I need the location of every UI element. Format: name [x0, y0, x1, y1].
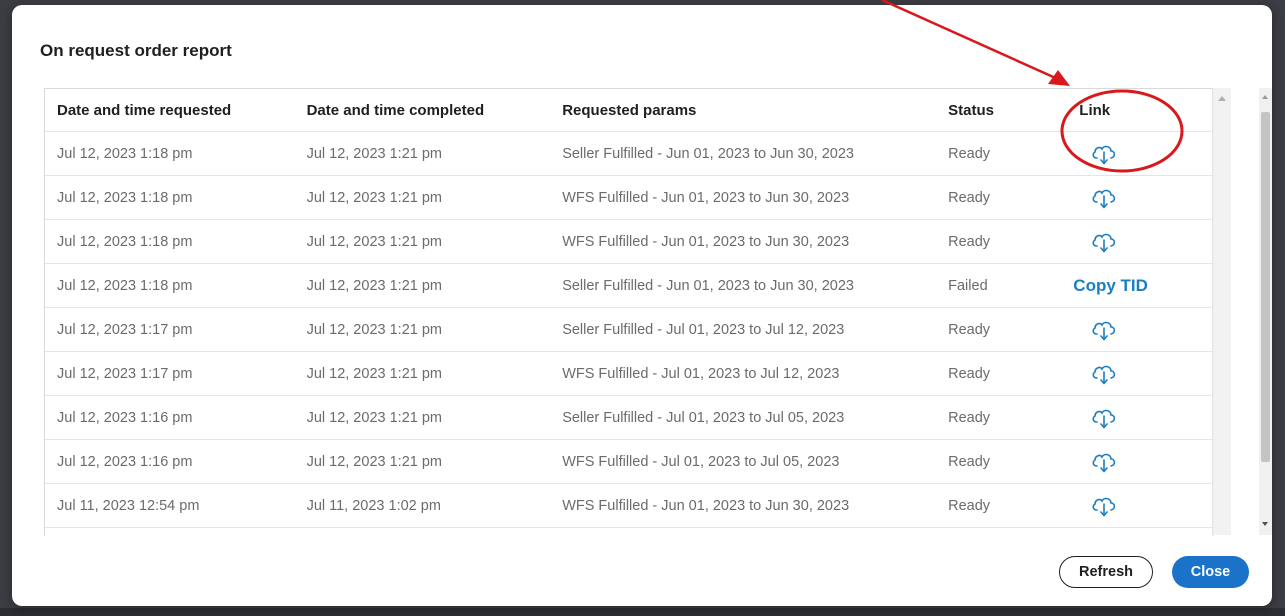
cell-date-requested: Jul 12, 2023 1:17 pm [45, 351, 295, 396]
download-cloud-icon[interactable] [1091, 363, 1117, 385]
cell-link [1049, 219, 1213, 264]
table-row: Jul 12, 2023 1:16 pm Jul 12, 2023 1:21 pm… [45, 439, 1213, 484]
cell-link [1049, 483, 1213, 528]
download-cloud-icon[interactable] [1091, 143, 1117, 165]
table-row: Jul 12, 2023 1:18 pm Jul 12, 2023 1:21 pm… [45, 131, 1213, 176]
cell-status: Ready [936, 131, 1050, 176]
cell-date-completed: Jul 12, 2023 1:21 pm [294, 439, 551, 484]
cell-requested-params: WFS Fulfilled - Jul 01, 2023 to Jul 12, … [550, 351, 937, 396]
cell-date-completed: Jul 12, 2023 1:21 pm [294, 395, 551, 440]
cell-date-requested: Jul 12, 2023 1:17 pm [45, 307, 295, 352]
table-row: Jul 12, 2023 1:18 pm Jul 12, 2023 1:21 pm… [45, 175, 1213, 220]
scroll-up-arrow-icon[interactable] [1262, 95, 1268, 99]
cell-date-requested: Jul 12, 2023 1:16 pm [45, 439, 295, 484]
cell-date-completed: Jul 12, 2023 1:21 pm [294, 351, 551, 396]
table-row-partial [45, 527, 1213, 536]
cell-date-requested: Jul 11, 2023 12:54 pm [45, 483, 295, 528]
cell-date-completed: Jul 12, 2023 1:21 pm [294, 263, 551, 308]
refresh-button[interactable]: Refresh [1059, 556, 1153, 588]
cell-status: Ready [936, 439, 1050, 484]
cell-status: Ready [936, 307, 1050, 352]
scroll-up-arrow-icon[interactable] [1218, 96, 1226, 101]
cell-date-completed: Jul 12, 2023 1:21 pm [294, 131, 551, 176]
cell-requested-params: Seller Fulfilled - Jun 01, 2023 to Jun 3… [550, 131, 937, 176]
cell-status: Ready [936, 175, 1050, 220]
table-row: Jul 12, 2023 1:18 pm Jul 12, 2023 1:21 pm… [45, 263, 1213, 308]
download-cloud-icon[interactable] [1091, 495, 1117, 517]
cell-status: Ready [936, 219, 1050, 264]
cell-link [1049, 175, 1213, 220]
cell-link: Copy TID [1049, 263, 1213, 308]
report-table-container: Date and time requested Date and time co… [44, 88, 1214, 536]
cell-date-completed: Jul 12, 2023 1:21 pm [294, 219, 551, 264]
table-body: Jul 12, 2023 1:18 pm Jul 12, 2023 1:21 pm… [45, 131, 1213, 536]
cell-link [1049, 351, 1213, 396]
cell-date-completed: Jul 11, 2023 1:02 pm [294, 483, 551, 528]
cell-requested-params: WFS Fulfilled - Jun 01, 2023 to Jun 30, … [550, 483, 937, 528]
download-cloud-icon[interactable] [1091, 407, 1117, 429]
table-row: Jul 12, 2023 1:17 pm Jul 12, 2023 1:21 pm… [45, 307, 1213, 352]
cell-link [1049, 439, 1213, 484]
cell-date-completed: Jul 12, 2023 1:21 pm [294, 175, 551, 220]
cell-link [1049, 395, 1213, 440]
table-row: Jul 11, 2023 12:54 pm Jul 11, 2023 1:02 p… [45, 483, 1213, 528]
scroll-down-arrow-icon[interactable] [1262, 522, 1268, 526]
download-cloud-icon[interactable] [1091, 319, 1117, 341]
header-status: Status [936, 89, 1050, 132]
page-backdrop [0, 608, 1285, 616]
header-requested-params: Requested params [550, 89, 937, 132]
cell-date-requested: Jul 12, 2023 1:18 pm [45, 175, 295, 220]
cell-status: Ready [936, 483, 1050, 528]
table-header-row: Date and time requested Date and time co… [45, 89, 1213, 132]
cell-requested-params: WFS Fulfilled - Jul 01, 2023 to Jul 05, … [550, 439, 937, 484]
header-date-requested: Date and time requested [45, 89, 295, 132]
report-table: Date and time requested Date and time co… [45, 89, 1213, 536]
cell-requested-params: Seller Fulfilled - Jul 01, 2023 to Jul 1… [550, 307, 937, 352]
cell-date-completed: Jul 12, 2023 1:21 pm [294, 307, 551, 352]
table-row: Jul 12, 2023 1:16 pm Jul 12, 2023 1:21 pm… [45, 395, 1213, 440]
cell-requested-params: Seller Fulfilled - Jun 01, 2023 to Jun 3… [550, 263, 937, 308]
table-row: Jul 12, 2023 1:17 pm Jul 12, 2023 1:21 pm… [45, 351, 1213, 396]
order-report-modal: On request order report Date and time re… [12, 5, 1272, 606]
copy-tid-link[interactable]: Copy TID [1073, 276, 1148, 295]
table-row: Jul 12, 2023 1:18 pm Jul 12, 2023 1:21 pm… [45, 219, 1213, 264]
cell-link [1049, 131, 1213, 176]
close-button[interactable]: Close [1172, 556, 1249, 588]
cell-requested-params: Seller Fulfilled - Jul 01, 2023 to Jul 0… [550, 395, 937, 440]
table-scrollbar[interactable] [1212, 88, 1231, 535]
cell-date-requested: Jul 12, 2023 1:16 pm [45, 395, 295, 440]
cell-requested-params: WFS Fulfilled - Jun 01, 2023 to Jun 30, … [550, 219, 937, 264]
cell-link [1049, 307, 1213, 352]
cell-status: Failed [936, 263, 1050, 308]
download-cloud-icon[interactable] [1091, 187, 1117, 209]
cell-requested-params: WFS Fulfilled - Jun 01, 2023 to Jun 30, … [550, 175, 937, 220]
download-cloud-icon[interactable] [1091, 451, 1117, 473]
cell-date-requested: Jul 12, 2023 1:18 pm [45, 263, 295, 308]
download-cloud-icon[interactable] [1091, 231, 1117, 253]
header-date-completed: Date and time completed [294, 89, 551, 132]
cell-date-requested: Jul 12, 2023 1:18 pm [45, 219, 295, 264]
header-link: Link [1049, 89, 1213, 132]
cell-date-requested: Jul 12, 2023 1:18 pm [45, 131, 295, 176]
cell-status: Ready [936, 351, 1050, 396]
modal-scrollbar[interactable] [1259, 88, 1272, 535]
scrollbar-thumb[interactable] [1261, 112, 1270, 462]
cell-status: Ready [936, 395, 1050, 440]
modal-title: On request order report [40, 41, 232, 60]
